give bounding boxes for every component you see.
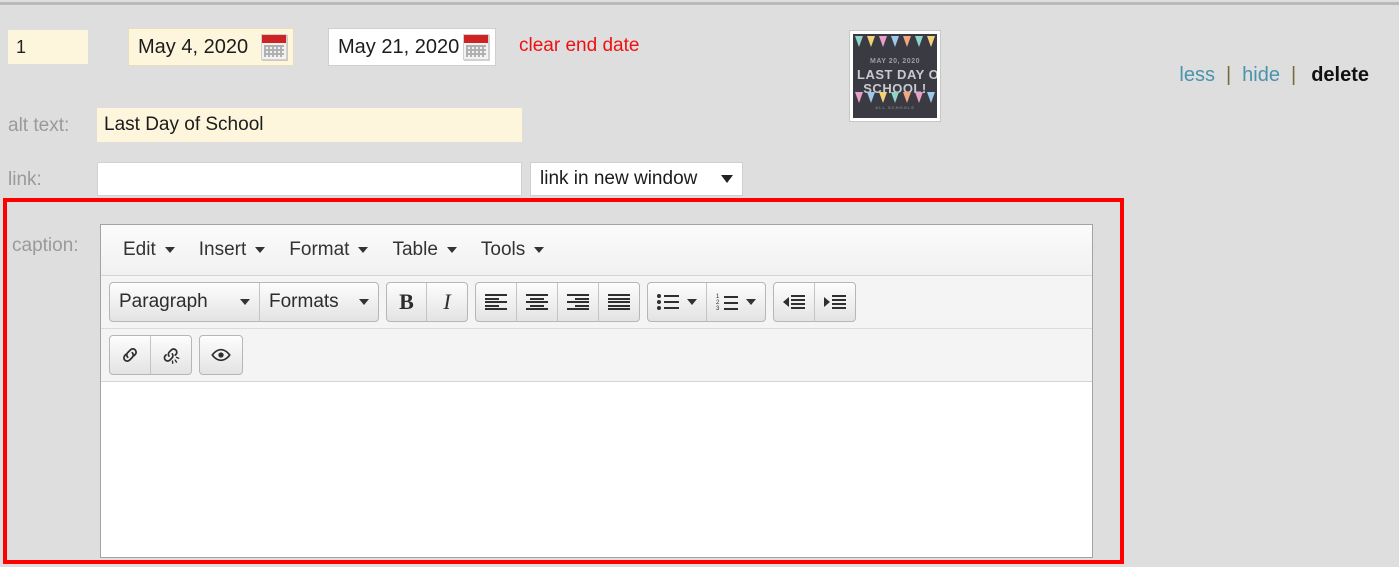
chevron-down-icon — [534, 247, 545, 253]
outdent-button[interactable] — [774, 283, 815, 321]
bullet-list-button[interactable] — [648, 283, 707, 321]
bunting-top — [853, 36, 937, 50]
block-format-select[interactable]: Paragraph — [110, 283, 260, 321]
calendar-icon[interactable] — [463, 34, 489, 60]
thumbnail-graphic: MAY 20, 2020 LAST DAY OF SCHOOL! ALL SCH… — [853, 34, 937, 118]
caption-editor-body[interactable] — [101, 381, 1092, 557]
outdent-icon — [783, 294, 805, 310]
delete-link[interactable]: delete — [1311, 64, 1369, 87]
styles-format-value: Formats — [269, 291, 339, 312]
chevron-down-icon — [446, 247, 457, 253]
align-center-button[interactable] — [517, 283, 558, 321]
menu-edit[interactable]: Edit — [111, 234, 187, 266]
indent-group — [773, 282, 856, 322]
align-justify-icon — [608, 294, 630, 310]
menu-insert[interactable]: Insert — [187, 234, 278, 266]
text-style-group: B I — [386, 282, 468, 322]
unlink-icon — [163, 348, 180, 364]
editor-toolbar-secondary — [101, 329, 1092, 381]
numbered-list-button[interactable]: 1 2 3 — [707, 283, 765, 321]
alt-text-label: alt text: — [8, 115, 70, 136]
calendar-icon-grid — [264, 45, 284, 57]
menu-table-label: Table — [392, 239, 438, 260]
calendar-icon[interactable] — [261, 34, 287, 60]
bold-button[interactable]: B — [387, 283, 427, 321]
thumbnail-date-text: MAY 20, 2020 — [870, 58, 920, 65]
menu-format-label: Format — [289, 239, 350, 260]
indent-icon — [824, 294, 846, 310]
action-separator: | — [1225, 64, 1232, 86]
align-right-button[interactable] — [558, 283, 599, 321]
align-left-icon — [485, 294, 507, 310]
alt-text-input[interactable] — [97, 108, 522, 142]
preview-button[interactable] — [200, 336, 242, 374]
clear-end-date-link[interactable]: clear end date — [519, 35, 639, 57]
link-row: link: link in new window — [0, 162, 1399, 198]
preview-eye-icon — [211, 348, 231, 362]
thumbnail-headline-1: LAST DAY OF — [857, 67, 937, 82]
link-input[interactable] — [97, 162, 522, 196]
hide-link[interactable]: hide — [1242, 64, 1280, 87]
unordered-list-icon — [657, 294, 679, 310]
format-select-group: Paragraph Formats — [109, 282, 379, 322]
link-group — [109, 335, 192, 375]
calendar-icon-grid — [466, 45, 486, 57]
menu-format[interactable]: Format — [277, 234, 380, 266]
chevron-down-icon[interactable] — [746, 299, 756, 305]
menu-tools-label: Tools — [480, 239, 526, 260]
menu-tools[interactable]: Tools — [469, 234, 556, 266]
chevron-down-icon — [359, 299, 369, 305]
ordered-list-icon: 1 2 3 — [716, 294, 738, 312]
align-justify-button[interactable] — [599, 283, 639, 321]
image-row-header: May 4, 2020 May 21, 2020 clear end date … — [0, 26, 1399, 122]
align-right-icon — [567, 294, 589, 310]
block-format-value: Paragraph — [119, 291, 208, 312]
chevron-down-icon[interactable] — [687, 299, 697, 305]
chevron-down-icon — [255, 247, 266, 253]
less-link[interactable]: less — [1179, 64, 1215, 87]
preview-group — [199, 335, 243, 375]
chevron-down-icon — [721, 175, 733, 183]
bold-label: B — [399, 289, 414, 314]
align-left-button[interactable] — [476, 283, 517, 321]
italic-label: I — [443, 289, 451, 314]
list-group: 1 2 3 — [647, 282, 766, 322]
link-label: link: — [8, 169, 42, 190]
menu-table[interactable]: Table — [380, 234, 468, 266]
start-date-field[interactable]: May 4, 2020 — [128, 28, 294, 66]
alignment-group — [475, 282, 640, 322]
chevron-down-icon — [240, 299, 250, 305]
calendar-icon-header — [262, 35, 286, 43]
bunting-middle — [853, 92, 937, 106]
remove-link-button[interactable] — [151, 336, 191, 374]
menu-edit-label: Edit — [123, 239, 156, 260]
caption-label: caption: — [12, 235, 79, 256]
insert-link-button[interactable] — [110, 336, 151, 374]
link-icon — [123, 348, 137, 362]
row-actions: less | hide | delete — [1179, 64, 1369, 87]
caption-section: caption: Edit Insert Format Table Tools — [3, 198, 1124, 564]
italic-button[interactable]: I — [427, 283, 467, 321]
end-date-text: May 21, 2020 — [338, 35, 460, 58]
link-target-select[interactable]: link in new window — [530, 162, 743, 196]
chevron-down-icon — [164, 247, 175, 253]
calendar-icon-header — [464, 35, 488, 43]
end-date-field[interactable]: May 21, 2020 — [328, 28, 496, 66]
editor-menubar: Edit Insert Format Table Tools — [101, 225, 1092, 276]
action-separator: | — [1290, 64, 1297, 86]
chevron-down-icon — [358, 247, 369, 253]
rich-text-editor: Edit Insert Format Table Tools Paragraph… — [100, 224, 1093, 558]
menu-insert-label: Insert — [198, 239, 247, 260]
link-target-selected-value: link in new window — [540, 168, 698, 189]
alt-text-row: alt text: — [0, 108, 1399, 144]
editor-toolbar-primary: Paragraph Formats B I 1 2 3 — [101, 276, 1092, 329]
align-center-icon — [526, 294, 548, 310]
styles-format-select[interactable]: Formats — [260, 283, 378, 321]
order-input[interactable] — [8, 30, 88, 64]
indent-button[interactable] — [815, 283, 855, 321]
start-date-text: May 4, 2020 — [138, 35, 249, 58]
page-top-rule — [0, 2, 1399, 5]
